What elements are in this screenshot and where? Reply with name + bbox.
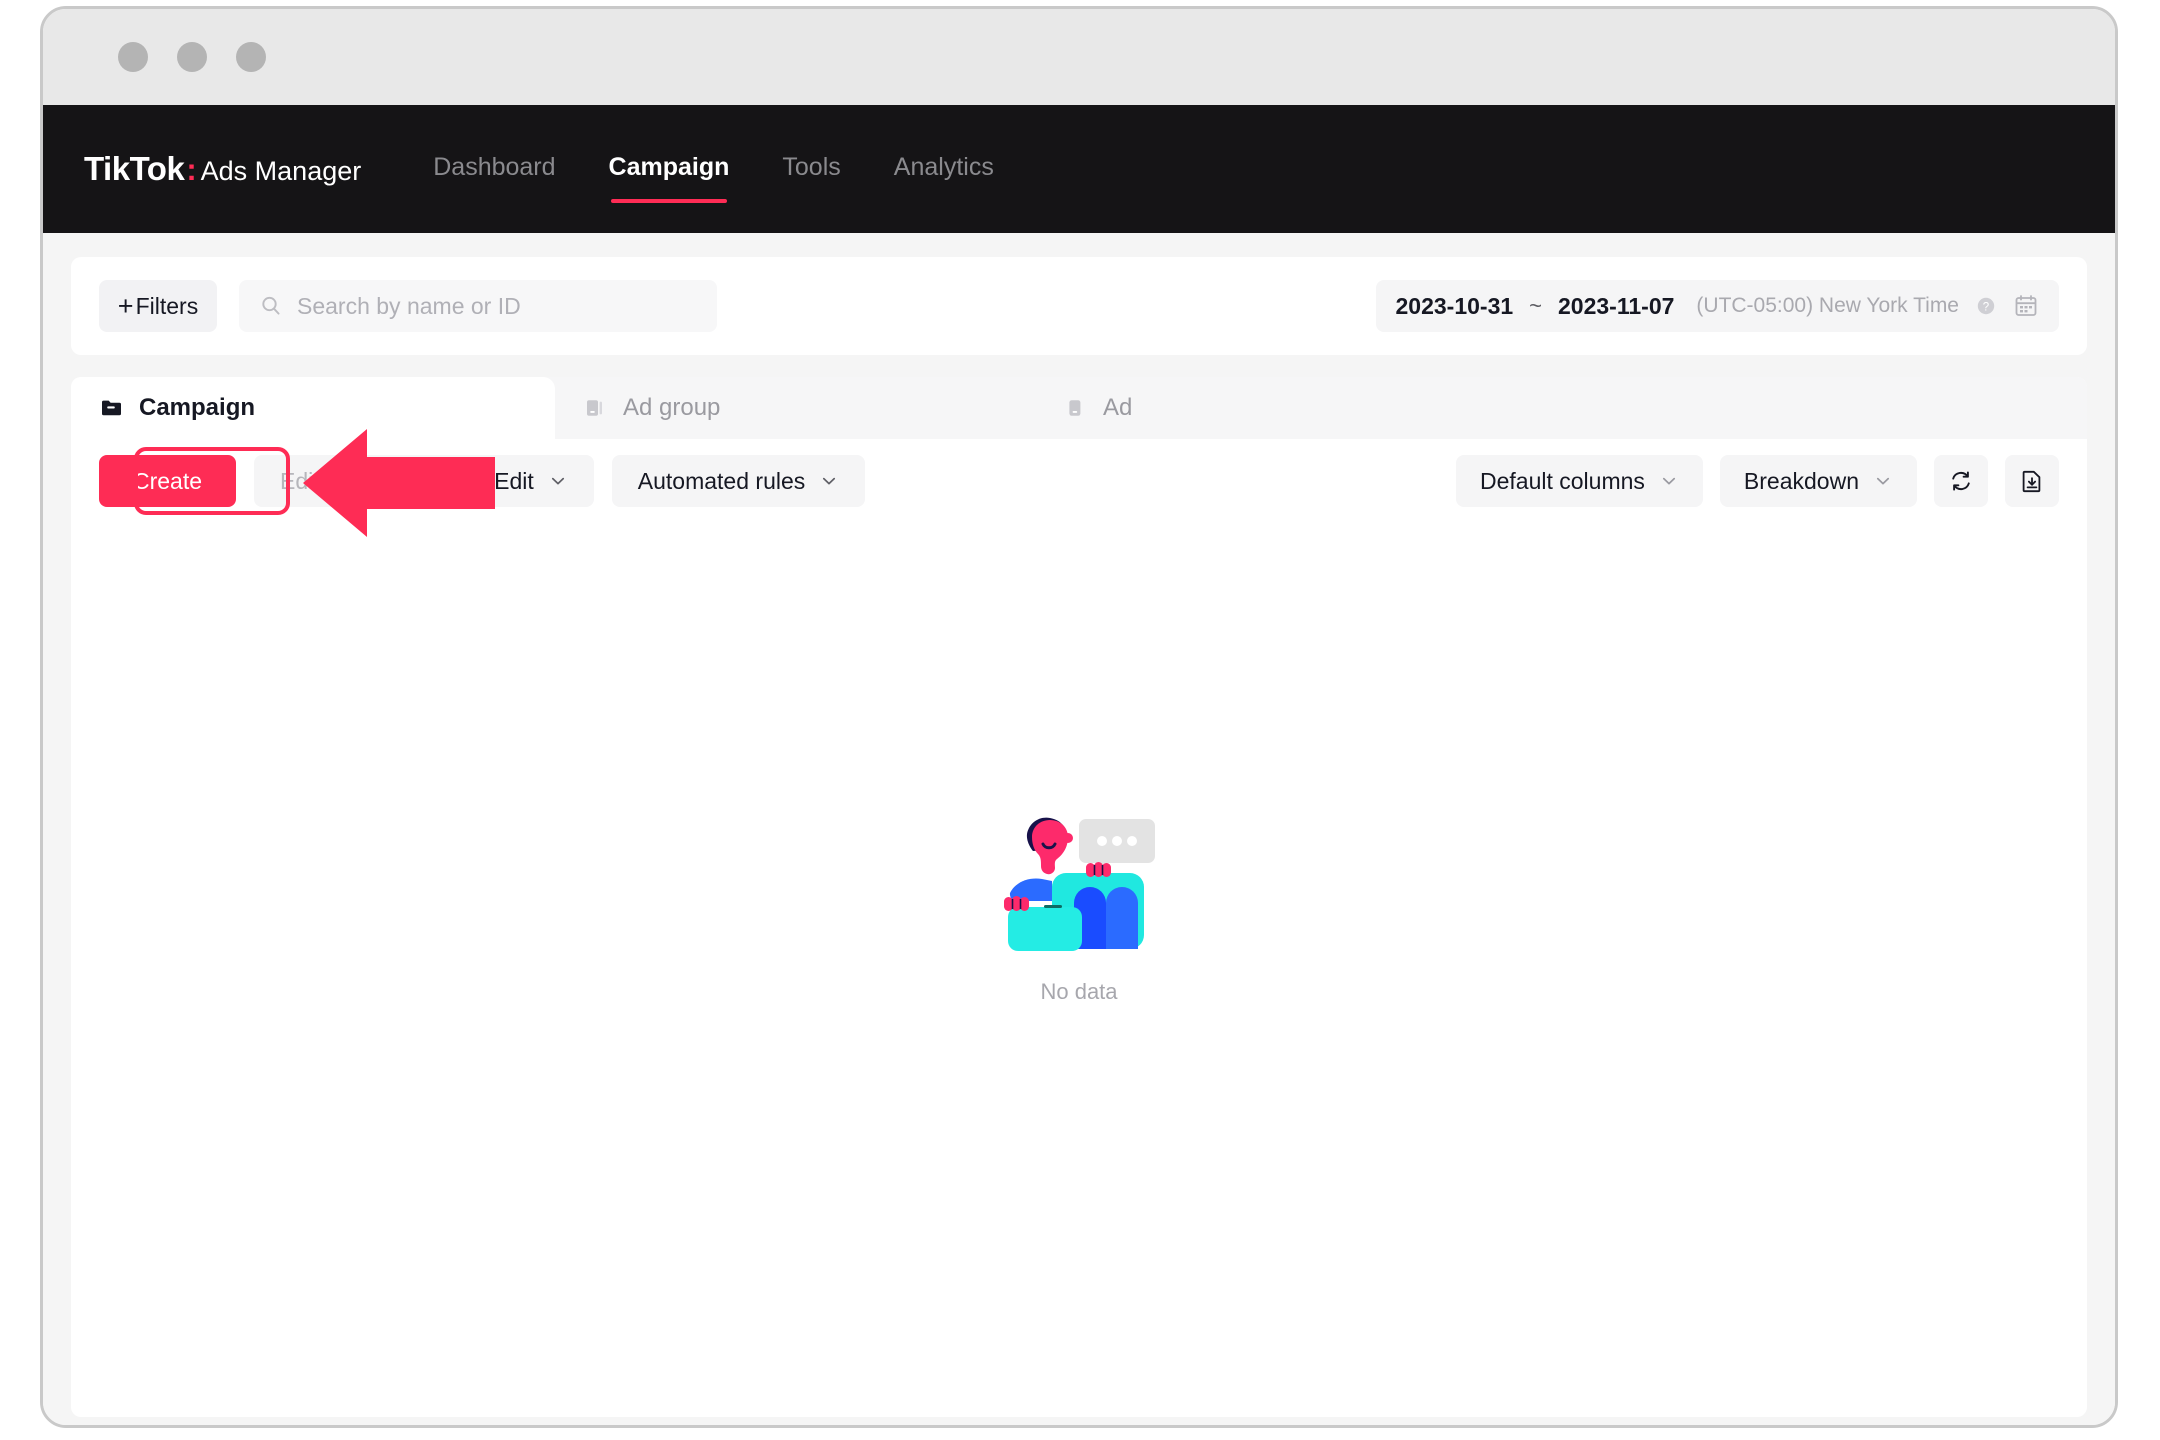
edit-button-label: Edit bbox=[280, 467, 320, 494]
tab-ad-group-label: Ad group bbox=[623, 394, 721, 421]
plus-icon: + bbox=[117, 290, 134, 321]
page-body: + Filters Search by name or ID 2023-10-3… bbox=[43, 233, 2115, 1425]
search-icon bbox=[262, 296, 280, 315]
logo-ads-manager-text: Ads Manager bbox=[200, 156, 362, 186]
breakdown-label: Breakdown bbox=[1743, 467, 1859, 494]
filters-button[interactable]: + Filters bbox=[99, 280, 217, 332]
search-input-wrapper[interactable]: Search by name or ID bbox=[239, 280, 717, 332]
edit-button[interactable]: Edit bbox=[254, 455, 346, 507]
date-range-start[interactable]: 2023-10-31 bbox=[1396, 293, 1514, 320]
edit-button-group: Edit Bulk create/Edit bbox=[254, 455, 594, 507]
chevron-down-icon bbox=[551, 477, 564, 485]
window-minimize-dot[interactable] bbox=[177, 42, 207, 72]
automated-rules-label: Automated rules bbox=[637, 467, 806, 494]
no-data-character-illustration bbox=[1004, 817, 1155, 951]
export-button[interactable] bbox=[2005, 455, 2059, 507]
browser-window: TikTok : Ads Manager Dashboard Campaign … bbox=[40, 6, 2118, 1428]
empty-state-message: No data bbox=[1040, 979, 1118, 1004]
chevron-down-icon bbox=[823, 477, 836, 485]
nav-item-dashboard[interactable]: Dashboard bbox=[433, 153, 555, 186]
refresh-button[interactable] bbox=[1934, 455, 1988, 507]
toolbar-right-group: Default columns Breakdown bbox=[1456, 455, 2059, 507]
chevron-down-icon bbox=[1876, 477, 1890, 485]
entity-level-tabs: Campaign Ad group Ad bbox=[71, 377, 2087, 439]
nav-item-tools[interactable]: Tools bbox=[782, 153, 840, 186]
question-circle-icon[interactable]: ? bbox=[1975, 295, 1997, 317]
tab-ad-label: Ad bbox=[1103, 394, 1133, 421]
chevron-down-icon bbox=[1662, 477, 1675, 485]
ad-icon bbox=[1069, 400, 1081, 416]
nav-item-campaign[interactable]: Campaign bbox=[609, 153, 729, 203]
logo-tiktok-text: TikTok bbox=[84, 150, 185, 187]
bulk-create-edit-label: Bulk create/Edit bbox=[372, 467, 534, 494]
filter-bar-card: + Filters Search by name or ID 2023-10-3… bbox=[71, 257, 2087, 355]
tab-campaign[interactable]: Campaign bbox=[71, 377, 555, 439]
campaign-main-card: Campaign Ad group Ad Create Edit Bulk cr… bbox=[71, 377, 2087, 1417]
tab-campaign-label: Campaign bbox=[139, 394, 256, 421]
tab-ad[interactable]: Ad bbox=[1035, 377, 1160, 439]
search-input[interactable]: Search by name or ID bbox=[297, 293, 521, 320]
default-columns-label: Default columns bbox=[1480, 467, 1645, 494]
filters-button-label: Filters bbox=[135, 292, 199, 319]
top-navigation-bar: TikTok : Ads Manager Dashboard Campaign … bbox=[43, 105, 2115, 233]
date-range-separator: ~ bbox=[1529, 293, 1543, 318]
date-range-picker[interactable]: 2023-10-31 ~ 2023-11-07 (UTC-05:00) New … bbox=[1375, 280, 2059, 332]
svg-text:?: ? bbox=[1983, 301, 1989, 313]
timezone-label: (UTC-05:00) New York Time bbox=[1696, 294, 1959, 317]
window-close-dot[interactable] bbox=[118, 42, 148, 72]
breakdown-button[interactable]: Breakdown bbox=[1719, 455, 1917, 507]
logo-colon-mark: : bbox=[186, 152, 197, 187]
tiktok-ads-manager-logo[interactable]: TikTok : Ads Manager bbox=[84, 150, 361, 188]
nav-item-analytics[interactable]: Analytics bbox=[894, 153, 994, 186]
empty-state: No data bbox=[71, 807, 2087, 1005]
refresh-icon bbox=[1952, 471, 1970, 491]
tab-ad-group[interactable]: Ad group bbox=[555, 377, 1035, 439]
date-range-end[interactable]: 2023-11-07 bbox=[1558, 293, 1674, 320]
campaign-toolbar: Create Edit Bulk create/Edit Automated r… bbox=[71, 439, 2087, 523]
export-download-icon bbox=[2022, 470, 2041, 493]
folder-icon bbox=[102, 400, 121, 416]
default-columns-button[interactable]: Default columns bbox=[1456, 455, 1703, 507]
create-button[interactable]: Create bbox=[99, 455, 237, 507]
calendar-icon[interactable] bbox=[2013, 293, 2039, 319]
window-maximize-dot[interactable] bbox=[236, 42, 266, 72]
browser-titlebar bbox=[43, 9, 2115, 105]
adgroup-icon bbox=[587, 400, 602, 416]
automated-rules-button[interactable]: Automated rules bbox=[611, 455, 866, 507]
bulk-create-edit-button[interactable]: Bulk create/Edit bbox=[347, 455, 594, 507]
